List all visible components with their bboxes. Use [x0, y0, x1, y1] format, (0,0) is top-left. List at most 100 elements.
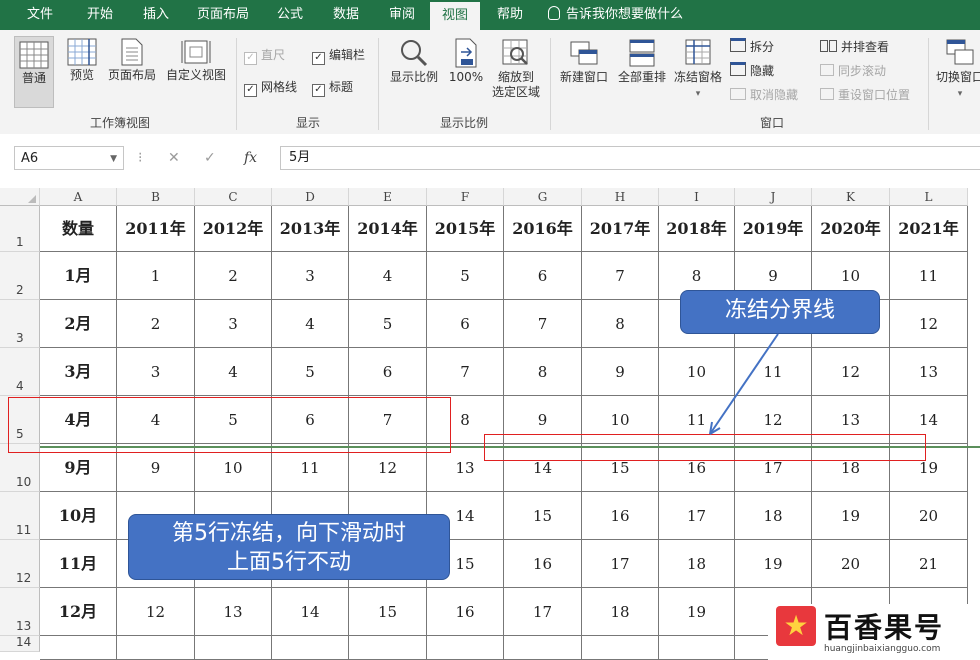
formula-bar-checkbox[interactable]: ✓ 编辑栏: [312, 46, 365, 65]
table-cell[interactable]: 8: [504, 348, 582, 396]
freeze-panes-button[interactable]: 冻结窗格 ▾: [670, 38, 726, 102]
table-cell[interactable]: 5: [349, 300, 427, 348]
column-header[interactable]: D: [272, 188, 349, 206]
table-cell[interactable]: 20: [890, 492, 968, 540]
table-cell[interactable]: 19: [812, 492, 890, 540]
table-cell[interactable]: 17: [582, 540, 659, 588]
table-cell[interactable]: 3: [117, 348, 195, 396]
table-cell[interactable]: 19: [659, 588, 735, 636]
ruler-checkbox[interactable]: ✓ 直尺: [244, 46, 285, 65]
table-cell[interactable]: 2: [117, 300, 195, 348]
table-cell[interactable]: 12: [890, 300, 968, 348]
page-break-preview-button[interactable]: 预览: [62, 38, 102, 83]
page-layout-view-button[interactable]: 页面布局: [104, 38, 160, 83]
arrange-all-button[interactable]: 全部重排: [614, 38, 670, 85]
table-cell[interactable]: 5: [427, 252, 504, 300]
custom-views-button[interactable]: 自定义视图: [164, 38, 228, 83]
column-header[interactable]: E: [349, 188, 427, 206]
tab-page-layout[interactable]: 页面布局: [190, 0, 256, 30]
table-cell[interactable]: 10月: [40, 492, 117, 540]
zoom-button[interactable]: 显示比例: [386, 38, 442, 85]
table-header-cell[interactable]: 2021年: [890, 206, 968, 252]
new-window-button[interactable]: 新建窗口: [556, 38, 612, 85]
table-cell[interactable]: [117, 636, 195, 660]
table-cell[interactable]: 3: [272, 252, 349, 300]
formula-input[interactable]: 5月: [280, 146, 980, 170]
row-header[interactable]: 2: [0, 252, 40, 300]
table-cell[interactable]: 21: [890, 540, 968, 588]
table-cell[interactable]: 4: [195, 348, 272, 396]
zoom-to-selection-button[interactable]: 缩放到 选定区域: [488, 38, 544, 100]
normal-view-button[interactable]: 普通: [14, 36, 54, 108]
table-cell[interactable]: 13: [890, 348, 968, 396]
table-cell[interactable]: 18: [735, 492, 812, 540]
insert-function-icon[interactable]: fx: [244, 146, 257, 170]
table-cell[interactable]: 12月: [40, 588, 117, 636]
headings-checkbox[interactable]: ✓ 标题: [312, 78, 353, 97]
column-header[interactable]: H: [582, 188, 659, 206]
hide-button[interactable]: 隐藏: [730, 62, 774, 80]
table-cell[interactable]: 17: [504, 588, 582, 636]
table-cell[interactable]: [659, 636, 735, 660]
table-header-cell[interactable]: 2011年: [117, 206, 195, 252]
name-box[interactable]: A6 ▼: [14, 146, 124, 170]
tab-file[interactable]: 文件: [18, 0, 62, 30]
table-cell[interactable]: 18: [582, 588, 659, 636]
table-cell[interactable]: 6: [427, 300, 504, 348]
table-cell[interactable]: 17: [659, 492, 735, 540]
row-header[interactable]: 14: [0, 635, 40, 652]
table-cell[interactable]: [582, 636, 659, 660]
table-cell[interactable]: 12: [117, 588, 195, 636]
tab-help[interactable]: 帮助: [488, 0, 532, 30]
column-header[interactable]: K: [812, 188, 890, 206]
table-cell[interactable]: 16: [427, 588, 504, 636]
table-cell[interactable]: 16: [504, 540, 582, 588]
table-cell[interactable]: 7: [504, 300, 582, 348]
column-header[interactable]: L: [890, 188, 968, 206]
row-header[interactable]: 12: [0, 540, 40, 588]
table-cell[interactable]: 13: [195, 588, 272, 636]
table-cell[interactable]: 7: [582, 252, 659, 300]
row-header[interactable]: 4: [0, 348, 40, 396]
table-cell[interactable]: 3: [195, 300, 272, 348]
row-header[interactable]: 3: [0, 300, 40, 348]
table-cell[interactable]: [349, 636, 427, 660]
table-cell[interactable]: 18: [659, 540, 735, 588]
table-cell[interactable]: 19: [735, 540, 812, 588]
table-header-cell[interactable]: 2018年: [659, 206, 735, 252]
tab-review[interactable]: 审阅: [380, 0, 424, 30]
column-header[interactable]: A: [40, 188, 117, 206]
gridlines-checkbox[interactable]: ✓ 网格线: [244, 78, 297, 97]
column-header[interactable]: F: [427, 188, 504, 206]
table-header-cell[interactable]: 2015年: [427, 206, 504, 252]
table-cell[interactable]: 7: [427, 348, 504, 396]
column-header[interactable]: J: [735, 188, 812, 206]
table-header-cell[interactable]: 2013年: [272, 206, 349, 252]
select-all-corner[interactable]: [0, 188, 40, 206]
tell-me-search[interactable]: 告诉我你想要做什么: [548, 0, 698, 30]
table-cell[interactable]: 1月: [40, 252, 117, 300]
table-cell[interactable]: 15: [349, 588, 427, 636]
row-header[interactable]: 11: [0, 492, 40, 540]
table-cell[interactable]: 8: [582, 300, 659, 348]
table-cell[interactable]: 4: [349, 252, 427, 300]
column-header[interactable]: G: [504, 188, 582, 206]
table-cell[interactable]: [504, 636, 582, 660]
tab-view[interactable]: 视图: [430, 2, 480, 30]
column-header[interactable]: I: [659, 188, 735, 206]
table-header-cell[interactable]: 2012年: [195, 206, 272, 252]
table-header-cell[interactable]: 2016年: [504, 206, 582, 252]
tab-insert[interactable]: 插入: [134, 0, 178, 30]
table-cell[interactable]: 2月: [40, 300, 117, 348]
table-cell[interactable]: 12: [812, 348, 890, 396]
table-cell[interactable]: 5: [272, 348, 349, 396]
row-header[interactable]: 13: [0, 588, 40, 636]
table-header-cell[interactable]: 数量: [40, 206, 117, 252]
enter-icon[interactable]: ✓: [204, 146, 216, 170]
split-button[interactable]: 拆分: [730, 38, 774, 56]
table-header-cell[interactable]: 2019年: [735, 206, 812, 252]
table-cell[interactable]: 9: [582, 348, 659, 396]
column-header[interactable]: C: [195, 188, 272, 206]
table-cell[interactable]: 3月: [40, 348, 117, 396]
table-cell[interactable]: 16: [582, 492, 659, 540]
